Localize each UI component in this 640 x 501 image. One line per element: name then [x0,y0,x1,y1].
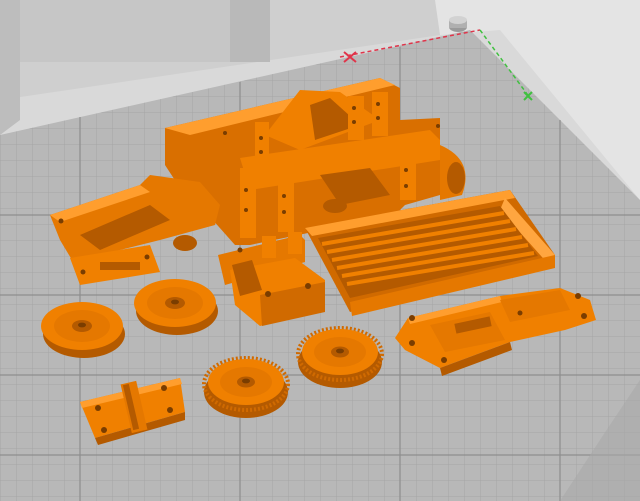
wheel-2[interactable] [134,279,218,335]
origin-marker-icon[interactable] [449,16,467,32]
build-plate-viewport[interactable] [0,0,640,501]
wheel-1[interactable] [41,302,125,358]
scene-canvas[interactable] [0,0,640,501]
